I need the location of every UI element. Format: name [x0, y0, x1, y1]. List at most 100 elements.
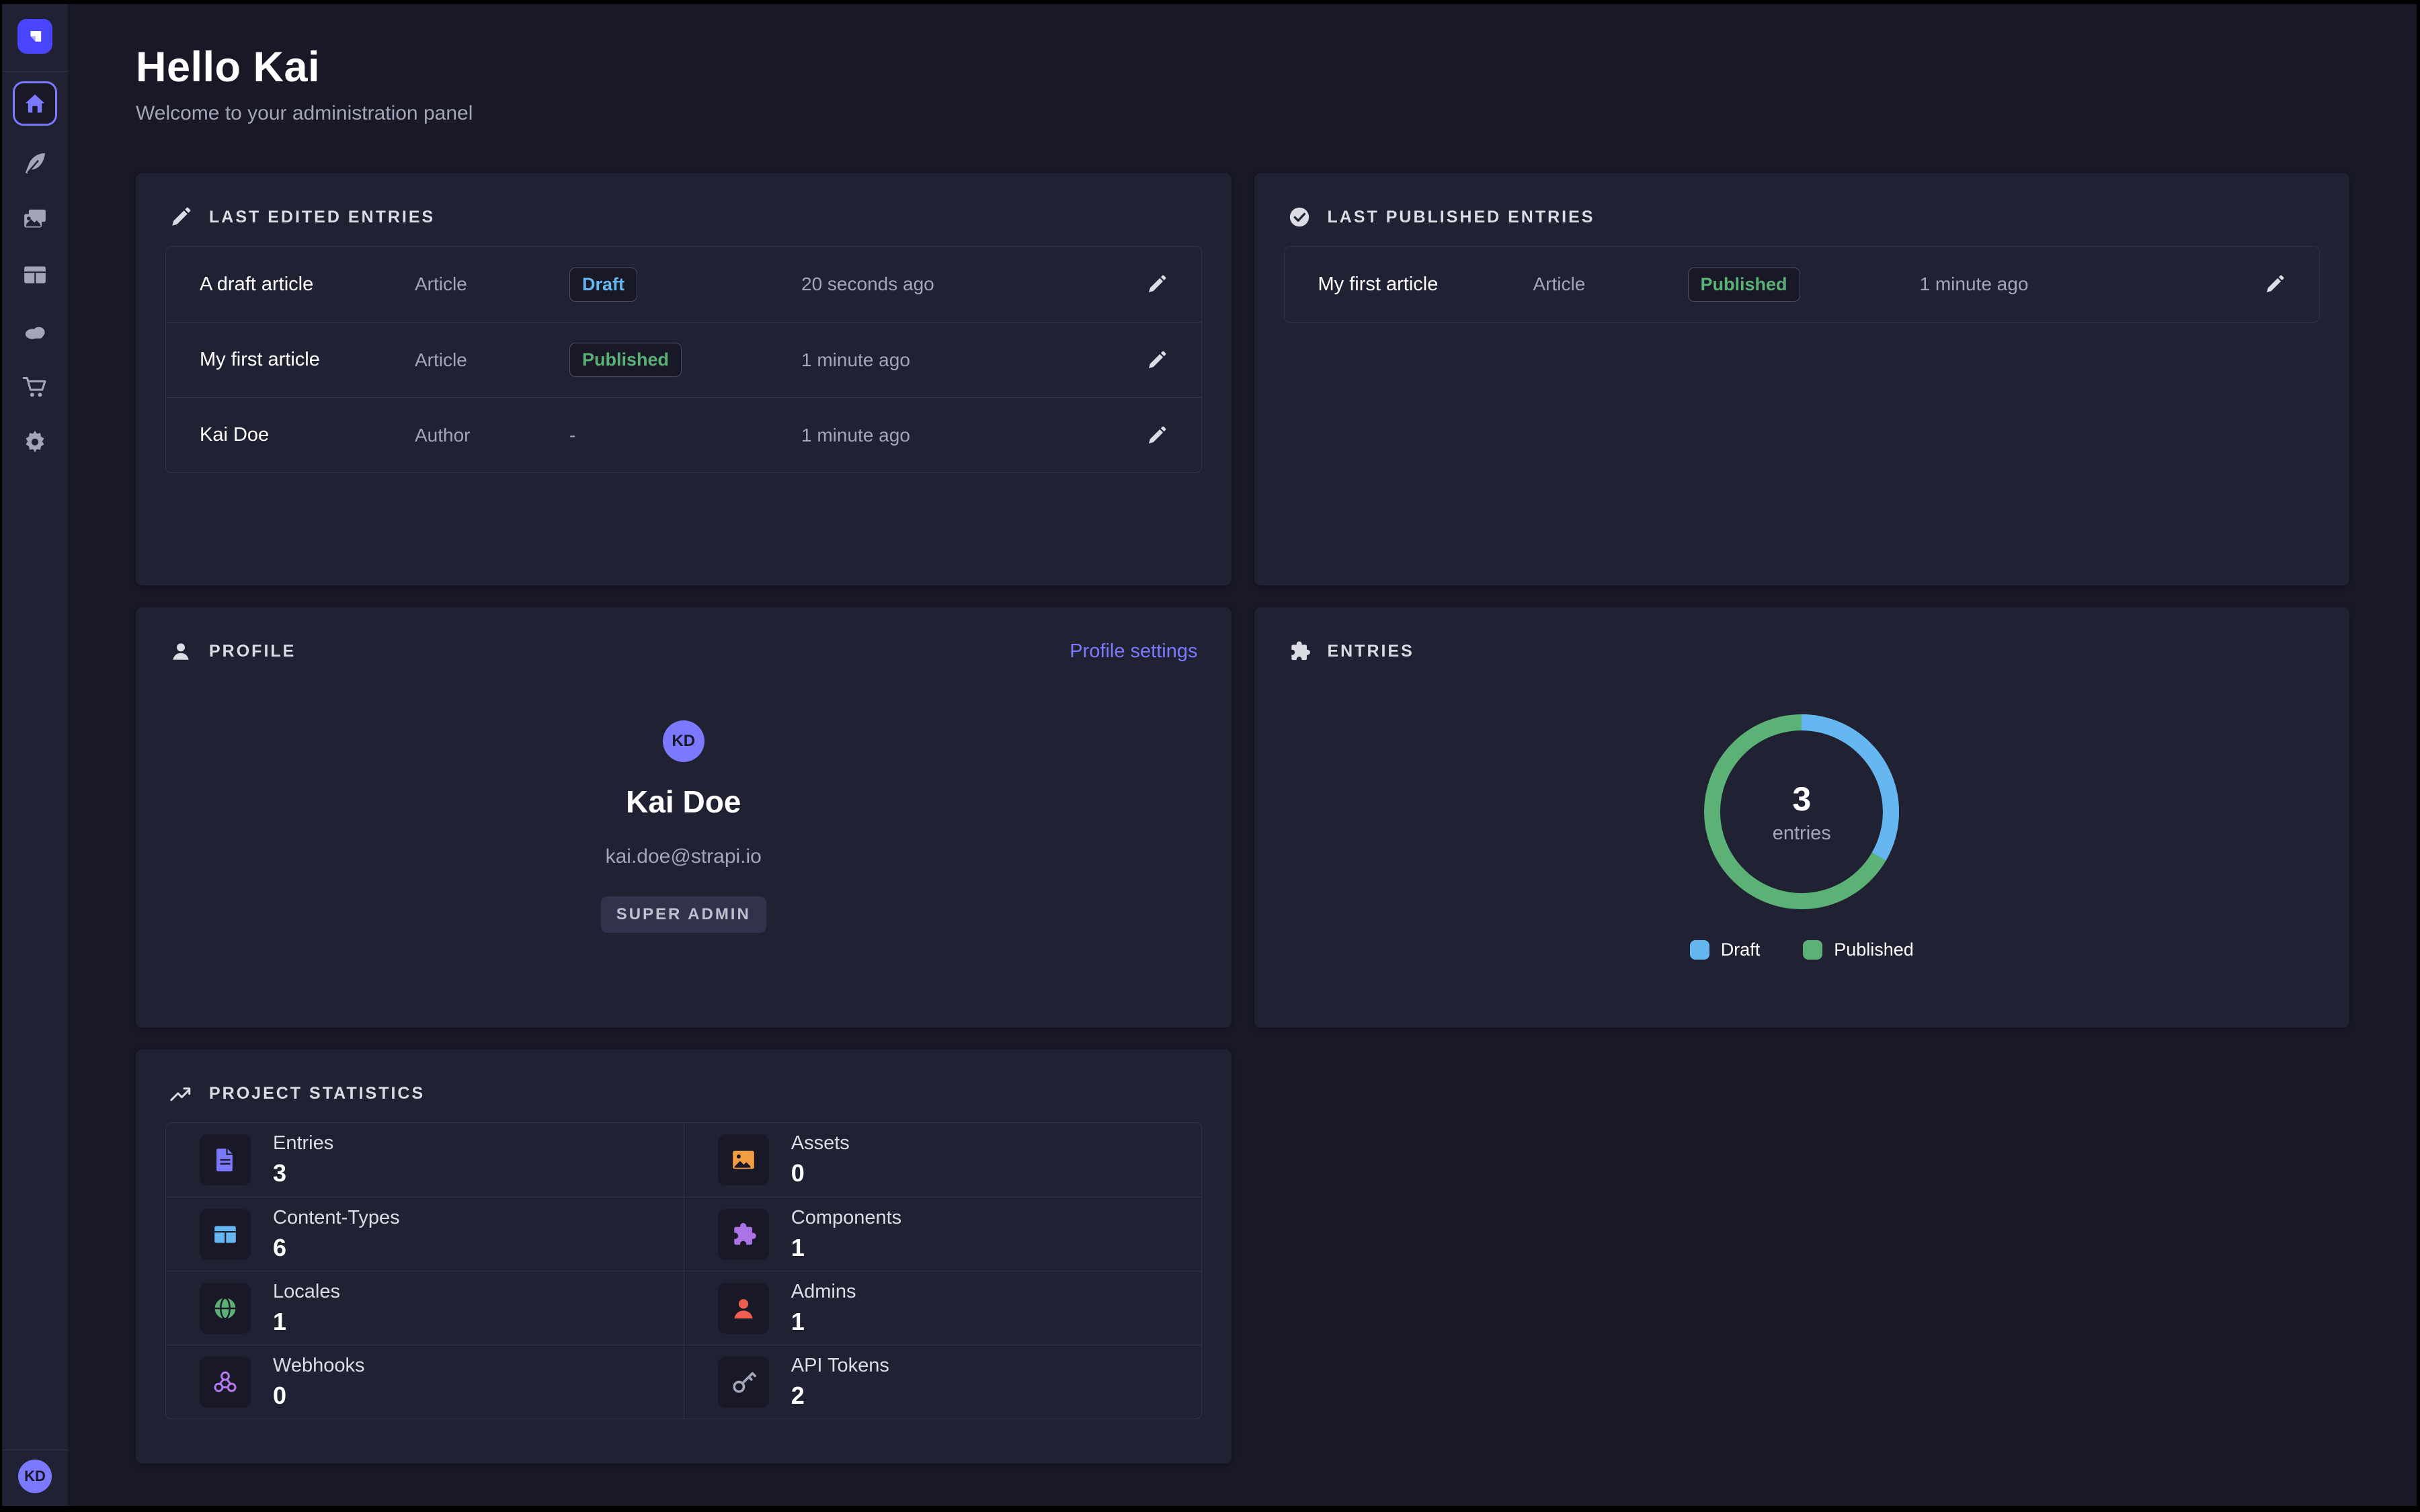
card-title: PROJECT STATISTICS [209, 1084, 425, 1103]
entry-type: Article [415, 274, 569, 295]
stat-value: 0 [273, 1382, 365, 1410]
table-row: A draft article Article Draft 20 seconds… [166, 247, 1201, 322]
entry-name: Kai Doe [200, 424, 415, 446]
stat-label: Entries [273, 1132, 333, 1154]
legend-label: Draft [1721, 939, 1761, 960]
page-subtitle: Welcome to your administration panel [136, 102, 2349, 125]
stat-label: Webhooks [273, 1355, 365, 1377]
legend-item-published: Published [1803, 939, 1914, 960]
key-icon [718, 1357, 769, 1408]
sidebar-nav [20, 149, 50, 457]
sidebar-item-cloud[interactable] [20, 316, 50, 345]
stats-table: Entries 3 Assets 0 [165, 1122, 1202, 1419]
stat-admins: Admins 1 [684, 1271, 1201, 1345]
image-icon [718, 1134, 769, 1185]
edit-entry-button[interactable] [1146, 274, 1168, 295]
gear-icon [22, 429, 48, 456]
edit-entry-button[interactable] [1146, 425, 1168, 446]
legend-item-draft: Draft [1690, 939, 1761, 960]
stat-value: 3 [273, 1159, 333, 1187]
sidebar: KD [2, 4, 68, 1506]
draft-swatch [1690, 940, 1709, 960]
sidebar-item-home[interactable] [13, 81, 57, 126]
entry-name: My first article [1318, 274, 1533, 296]
app-window: KD Hello Kai Welcome to your administrat… [2, 4, 2417, 1506]
card-title: LAST EDITED ENTRIES [209, 208, 435, 227]
document-icon [200, 1134, 251, 1185]
home-icon [23, 91, 47, 116]
entry-type: Article [415, 349, 569, 371]
sidebar-item-content-manager[interactable] [20, 149, 50, 178]
sidebar-item-settings[interactable] [20, 427, 50, 457]
globe-icon [200, 1283, 251, 1334]
stat-label: API Tokens [791, 1355, 889, 1377]
layout-icon [200, 1209, 251, 1260]
card-title: ENTRIES [1328, 642, 1414, 661]
last-edited-table: A draft article Article Draft 20 seconds… [165, 246, 1202, 473]
entries-card: ENTRIES 3 entries [1254, 607, 2350, 1027]
webhook-icon [200, 1357, 251, 1408]
pencil-icon [1146, 425, 1168, 446]
user-avatar[interactable]: KD [18, 1460, 52, 1493]
stat-value: 1 [791, 1308, 856, 1336]
stat-label: Locales [273, 1281, 340, 1303]
table-row: My first article Article Published 1 min… [166, 322, 1201, 397]
stat-label: Content-Types [273, 1207, 400, 1229]
strapi-logo[interactable] [17, 19, 52, 54]
sidebar-divider [2, 71, 68, 72]
stat-components: Components 1 [684, 1197, 1201, 1271]
layout-icon [22, 261, 48, 288]
stat-locales: Locales 1 [166, 1271, 684, 1345]
entry-time: 1 minute ago [801, 425, 1121, 446]
last-published-table: My first article Article Published 1 min… [1284, 246, 2321, 323]
sidebar-item-content-type-builder[interactable] [20, 260, 50, 290]
images-icon [22, 206, 48, 233]
chart-legend: Draft Published [1690, 939, 1914, 960]
table-row: My first article Article Published 1 min… [1285, 247, 2320, 322]
cloud-icon [22, 317, 48, 344]
stat-value: 2 [791, 1382, 889, 1410]
stat-entries: Entries 3 [166, 1123, 684, 1197]
sidebar-item-marketplace[interactable] [20, 372, 50, 401]
empty-grid-cell [1254, 1050, 2350, 1464]
entry-name: My first article [200, 349, 415, 371]
cart-icon [22, 373, 48, 400]
user-icon [169, 640, 192, 663]
entry-time: 20 seconds ago [801, 274, 1121, 295]
status-badge: Published [1688, 267, 1800, 302]
stat-value: 1 [791, 1234, 901, 1262]
stat-assets: Assets 0 [684, 1123, 1201, 1197]
status-badge: - [569, 425, 575, 446]
puzzle-icon [1288, 640, 1311, 663]
sidebar-item-media-library[interactable] [20, 204, 50, 234]
published-swatch [1803, 940, 1822, 960]
project-statistics-card: PROJECT STATISTICS Entries 3 [136, 1050, 1232, 1464]
profile-settings-link[interactable]: Profile settings [1070, 640, 1197, 663]
table-row: Kai Doe Author - 1 minute ago [166, 397, 1201, 472]
entry-time: 1 minute ago [801, 349, 1121, 371]
puzzle-icon [718, 1209, 769, 1260]
feather-icon [22, 150, 48, 177]
entries-total: 3 [1792, 780, 1811, 818]
edit-entry-button[interactable] [2264, 274, 2286, 295]
trend-up-icon [169, 1082, 192, 1105]
entry-type: Author [415, 425, 569, 446]
pencil-icon [1146, 274, 1168, 295]
profile-email: kai.doe@strapi.io [606, 845, 762, 868]
entry-type: Article [1533, 274, 1688, 295]
pencil-icon [2264, 274, 2286, 295]
edit-entry-button[interactable] [1146, 349, 1168, 371]
user-icon [718, 1283, 769, 1334]
profile-name: Kai Doe [626, 784, 741, 820]
pencil-icon [169, 206, 192, 228]
entries-donut-chart: 3 entries Draft Published [1254, 711, 2350, 960]
profile-body: KD Kai Doe kai.doe@strapi.io SUPER ADMIN [136, 720, 1232, 933]
stat-webhooks: Webhooks 0 [166, 1345, 684, 1419]
entries-unit: entries [1773, 823, 1831, 845]
pencil-icon [1146, 349, 1168, 371]
avatar: KD [663, 720, 704, 762]
status-badge: Draft [569, 267, 637, 302]
legend-label: Published [1834, 939, 1914, 960]
stat-value: 6 [273, 1234, 400, 1262]
stat-content-types: Content-Types 6 [166, 1197, 684, 1271]
